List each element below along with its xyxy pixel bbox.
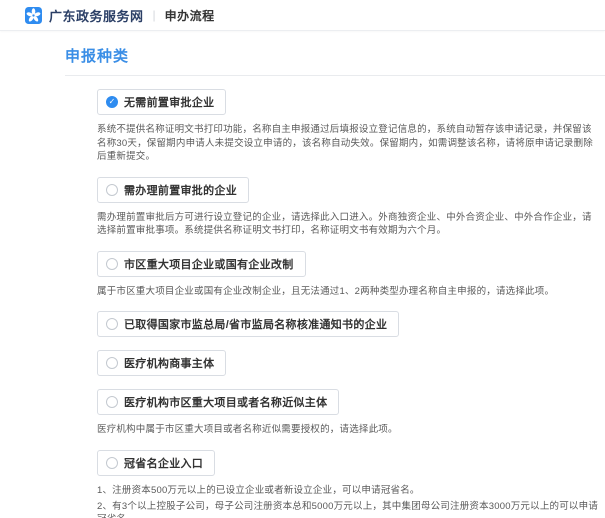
top-header: 广东政务服务网 | 申办流程 xyxy=(0,0,605,31)
header-page-name: 申办流程 xyxy=(165,7,215,24)
option-description: 医疗机构中属于市区重大项目或者名称近似需要授权的，请选择此项。 xyxy=(97,423,599,437)
radio-unchecked-icon[interactable] xyxy=(106,184,118,196)
option-group: 已取得国家市监总局/省市监局名称核准通知书的企业 xyxy=(97,311,599,337)
option-radio-box[interactable]: 需办理前置审批的企业 xyxy=(97,177,249,203)
option-radio-box[interactable]: 医疗机构商事主体 xyxy=(97,350,226,376)
option-description: 需办理前置审批后方可进行设立登记的企业，请选择此入口进入。外商独资企业、中外合资… xyxy=(97,211,599,238)
application-type-options-list: ✓ 无需前置审批企业系统不提供名称证明文书打印功能，名称自主申报通过后填报设立登记… xyxy=(97,89,605,518)
option-label: 需办理前置审批的企业 xyxy=(124,182,237,198)
title-divider xyxy=(65,75,605,76)
option-radio-box[interactable]: 冠省名企业入口 xyxy=(97,450,215,476)
radio-unchecked-icon[interactable] xyxy=(106,357,118,369)
page-title: 申报种类 xyxy=(65,45,605,66)
option-label: 冠省名企业入口 xyxy=(124,455,203,471)
option-group: 医疗机构商事主体 xyxy=(97,350,599,376)
option-label: 市区重大项目企业或国有企业改制 xyxy=(124,256,294,272)
option-description: 系统不提供名称证明文书打印功能，名称自主申报通过后填报设立登记信息的，系统自动暂… xyxy=(97,123,599,164)
option-radio-box[interactable]: 市区重大项目企业或国有企业改制 xyxy=(97,251,306,277)
option-description: 属于市区重大项目企业或国有企业改制企业，且无法通过1、2两种类型办理名称自主申报… xyxy=(97,285,599,299)
option-group: 需办理前置审批的企业需办理前置审批后方可进行设立登记的企业，请选择此入口进入。外… xyxy=(97,177,599,238)
radio-unchecked-icon[interactable] xyxy=(106,457,118,469)
site-name: 广东政务服务网 xyxy=(49,6,144,25)
option-radio-box[interactable]: 已取得国家市监总局/省市监局名称核准通知书的企业 xyxy=(97,311,399,337)
option-group: ✓ 无需前置审批企业系统不提供名称证明文书打印功能，名称自主申报通过后填报设立登记… xyxy=(97,89,599,164)
option-radio-box[interactable]: ✓ 无需前置审批企业 xyxy=(97,89,226,115)
header-divider: | xyxy=(153,8,156,22)
radio-unchecked-icon[interactable] xyxy=(106,396,118,408)
option-radio-box[interactable]: 医疗机构市区重大项目或者名称近似主体 xyxy=(97,389,339,415)
option-description-line: 2、有3个以上控股子公司，母子公司注册资本总和5000万元以上，其中集团母公司注… xyxy=(97,500,599,518)
option-label: 医疗机构商事主体 xyxy=(124,355,214,371)
option-group: 医疗机构市区重大项目或者名称近似主体医疗机构中属于市区重大项目或者名称近似需要授… xyxy=(97,389,599,437)
kapok-flower-logo-icon xyxy=(25,7,42,24)
main-content: 申报种类 ✓ 无需前置审批企业系统不提供名称证明文书打印功能，名称自主申报通过后填… xyxy=(0,31,605,518)
option-label: 医疗机构市区重大项目或者名称近似主体 xyxy=(124,394,327,410)
option-group: 冠省名企业入口 1、注册资本500万元以上的已设立企业或者新设立企业，可以申请冠省… xyxy=(97,450,599,518)
option-label: 无需前置审批企业 xyxy=(124,94,214,110)
option-description-line: 1、注册资本500万元以上的已设立企业或者新设立企业，可以申请冠省名。 xyxy=(97,484,599,498)
option-label: 已取得国家市监总局/省市监局名称核准通知书的企业 xyxy=(124,316,387,332)
radio-checked-icon[interactable]: ✓ xyxy=(106,96,118,108)
option-group: 市区重大项目企业或国有企业改制属于市区重大项目企业或国有企业改制企业，且无法通过… xyxy=(97,251,599,299)
radio-unchecked-icon[interactable] xyxy=(106,318,118,330)
option-description-list: 1、注册资本500万元以上的已设立企业或者新设立企业，可以申请冠省名。 2、有3个… xyxy=(97,484,599,518)
radio-unchecked-icon[interactable] xyxy=(106,258,118,270)
